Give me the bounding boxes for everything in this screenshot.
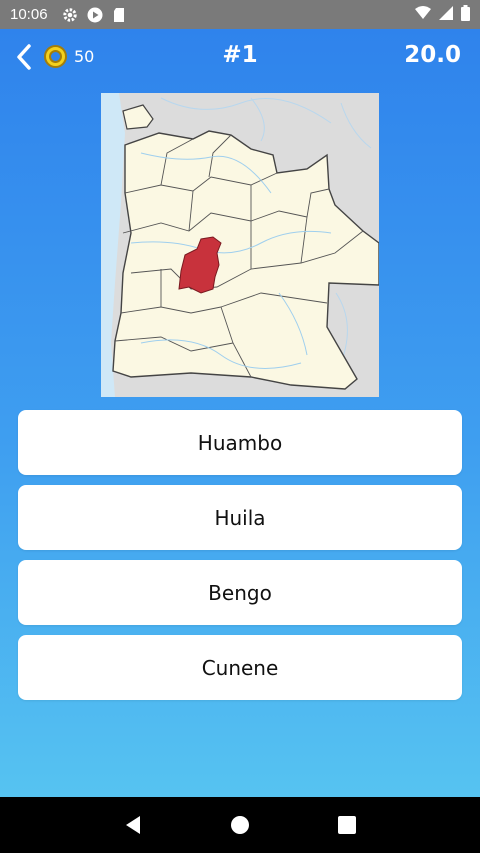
system-nav-bar [0, 797, 480, 853]
home-circle-icon [230, 816, 249, 834]
region-map [101, 93, 379, 397]
nav-home-button[interactable] [220, 805, 260, 845]
status-time: 10:06 [10, 6, 48, 23]
recents-square-icon [337, 816, 356, 834]
quiz-header: 50 #1 20.0 [0, 29, 480, 85]
wifi-icon [415, 5, 431, 24]
answer-option-3[interactable]: Bengo [18, 560, 462, 625]
sd-card-icon [112, 7, 128, 23]
answer-option-2[interactable]: Huila [18, 485, 462, 550]
nav-back-button[interactable] [113, 805, 153, 845]
play-circle-icon [87, 7, 103, 23]
quiz-screen: 50 #1 20.0 Huambo Huila Bengo Cunene [0, 29, 480, 797]
gear-icon [62, 7, 78, 23]
answer-option-4[interactable]: Cunene [18, 635, 462, 700]
answer-option-1[interactable]: Huambo [18, 410, 462, 475]
timer: 20.0 [404, 42, 461, 68]
back-triangle-icon [126, 816, 141, 834]
nav-recents-button[interactable] [327, 805, 367, 845]
answer-options: Huambo Huila Bengo Cunene [18, 410, 462, 710]
battery-icon [461, 4, 470, 25]
signal-icon [439, 5, 453, 24]
status-bar: 10:06 [0, 0, 480, 29]
